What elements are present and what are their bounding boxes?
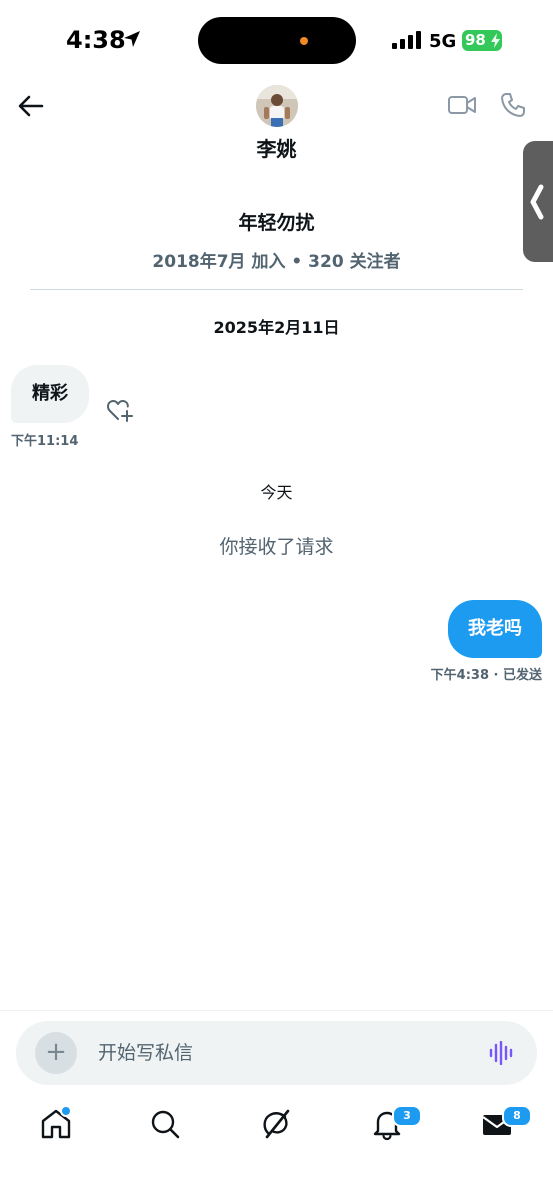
- plus-icon: +: [45, 1037, 67, 1067]
- composer-divider: [0, 1010, 553, 1011]
- dynamic-island: [198, 17, 356, 64]
- message-composer: +: [16, 1021, 537, 1085]
- grok-icon[interactable]: [259, 1107, 293, 1141]
- received-message-time: 下午11:14: [11, 434, 79, 449]
- avatar[interactable]: [256, 85, 298, 127]
- charging-bolt-icon: [491, 33, 500, 48]
- avatar-image: [256, 85, 298, 127]
- date-separator: 2025年2月11日: [213, 318, 340, 337]
- search-icon[interactable]: [148, 1107, 182, 1141]
- status-bar: 4:38 5G 98: [0, 0, 553, 82]
- battery-indicator: 98: [462, 30, 502, 51]
- back-arrow-icon[interactable]: [16, 91, 46, 121]
- cellular-signal-icon: [392, 31, 421, 49]
- phone-call-icon[interactable]: [500, 92, 526, 118]
- profile-bio: 年轻勿扰: [238, 212, 315, 234]
- battery-level: 98: [465, 31, 486, 49]
- divider: [30, 289, 523, 290]
- add-attachment-button[interactable]: +: [35, 1032, 77, 1074]
- location-arrow-icon: [124, 31, 140, 47]
- profile-meta: 2018年7月 加入 • 320 关注者: [152, 252, 401, 272]
- video-call-icon[interactable]: [447, 93, 477, 117]
- sent-message-bubble[interactable]: 我老吗: [448, 600, 542, 658]
- messages-badge: 8: [502, 1105, 532, 1127]
- today-separator: 今天: [260, 483, 293, 502]
- status-time: 4:38: [66, 26, 126, 54]
- home-notification-dot: [60, 1105, 72, 1117]
- voice-message-icon[interactable]: [489, 1041, 515, 1065]
- privacy-indicator-dot: [300, 37, 308, 45]
- system-message: 你接收了请求: [219, 536, 334, 558]
- sent-message-status: 下午4:38 · 已发送: [430, 668, 542, 683]
- message-input[interactable]: [98, 1035, 468, 1071]
- network-type: 5G: [429, 31, 457, 52]
- add-reaction-heart-icon[interactable]: [106, 397, 134, 423]
- received-message-bubble[interactable]: 精彩: [11, 365, 89, 423]
- notifications-badge: 3: [392, 1105, 422, 1127]
- contact-name[interactable]: 李姚: [0, 133, 553, 162]
